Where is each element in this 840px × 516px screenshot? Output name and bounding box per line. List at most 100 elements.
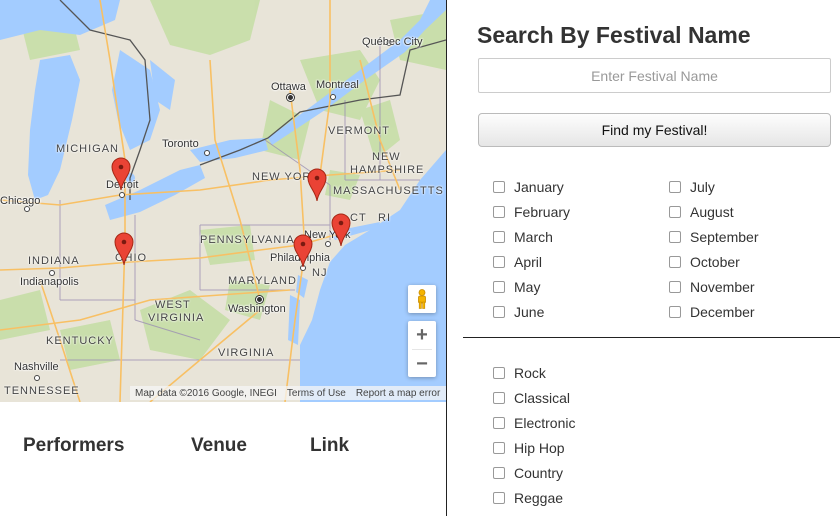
festival-map[interactable]: MICHIGAN VERMONT NEW HAMPSHIRE NEW YORK … — [0, 0, 446, 402]
month-checkbox-august[interactable]: August — [669, 203, 734, 221]
region-west-virginia-2: VIRGINIA — [148, 312, 205, 324]
checkbox-label: January — [514, 179, 564, 195]
month-checkbox-december[interactable]: December — [669, 303, 755, 321]
month-checkbox-may[interactable]: May — [493, 278, 540, 296]
month-checkbox-october[interactable]: October — [669, 253, 740, 271]
genre-checkbox-rock[interactable]: Rock — [493, 364, 546, 382]
checkbox[interactable] — [669, 306, 681, 318]
festival-marker-philadelphia[interactable] — [293, 234, 313, 268]
checkbox-label: April — [514, 254, 543, 270]
checkbox[interactable] — [669, 281, 681, 293]
section-divider — [463, 337, 840, 338]
map-pin-icon — [331, 213, 351, 247]
column-header-venue: Venue — [191, 435, 247, 456]
month-checkbox-november[interactable]: November — [669, 278, 755, 296]
checkbox-label: February — [514, 204, 571, 220]
report-map-error-link[interactable]: Report a map error — [351, 388, 445, 399]
terms-of-use-link[interactable]: Terms of Use — [282, 388, 351, 399]
find-festival-button[interactable]: Find my Festival! — [478, 113, 831, 147]
checkbox-label: May — [514, 279, 541, 295]
city-montreal: Montreal — [316, 79, 359, 91]
checkbox-label: June — [514, 304, 545, 320]
month-checkbox-april[interactable]: April — [493, 253, 542, 271]
results-table-header: Performers Venue Link — [0, 435, 446, 461]
checkbox[interactable] — [493, 467, 505, 479]
city-quebec: Québec City — [362, 36, 423, 48]
region-tennessee: TENNESSEE — [4, 385, 80, 397]
genre-checkbox-classical[interactable]: Classical — [493, 389, 570, 407]
region-michigan: MICHIGAN — [56, 143, 119, 155]
checkbox-label: Country — [514, 465, 564, 481]
checkbox[interactable] — [493, 256, 505, 268]
zoom-out-button[interactable]: − — [408, 350, 436, 378]
checkbox[interactable] — [493, 206, 505, 218]
city-dot-toronto — [204, 150, 210, 156]
genre-checkbox-reggae[interactable]: Reggae — [493, 489, 563, 507]
city-dot-nashville — [34, 375, 40, 381]
city-chicago: Chicago — [0, 195, 41, 207]
checkbox[interactable] — [493, 181, 505, 193]
festival-name-input[interactable] — [478, 58, 831, 93]
region-ri: RI — [378, 212, 391, 224]
festival-marker-new-york[interactable] — [331, 213, 351, 247]
region-west-virginia-1: WEST — [155, 299, 191, 311]
festival-marker-ohio[interactable] — [114, 232, 134, 266]
month-checkbox-january[interactable]: January — [493, 178, 564, 196]
checkbox-label: Reggae — [514, 490, 564, 506]
genre-checkbox-country[interactable]: Country — [493, 464, 563, 482]
checkbox-label: Electronic — [514, 415, 576, 431]
checkbox-label: Hip Hop — [514, 440, 565, 456]
zoom-control: + − — [408, 321, 436, 377]
city-dot-ottawa — [287, 94, 294, 101]
map-data-credit: Map data ©2016 Google, INEGI — [135, 387, 277, 399]
zoom-in-button[interactable]: + — [408, 321, 436, 349]
city-nashville: Nashville — [14, 361, 59, 373]
street-view-pegman-button[interactable] — [408, 285, 436, 313]
checkbox[interactable] — [493, 306, 505, 318]
checkbox[interactable] — [493, 442, 505, 454]
month-checkbox-july[interactable]: July — [669, 178, 715, 196]
festival-marker-detroit[interactable] — [111, 157, 131, 191]
checkbox-label: December — [690, 304, 755, 320]
pegman-icon — [418, 289, 426, 309]
month-checkbox-june[interactable]: June — [493, 303, 544, 321]
checkbox[interactable] — [669, 231, 681, 243]
region-ct: CT — [350, 212, 367, 224]
checkbox-label: March — [514, 229, 553, 245]
checkbox[interactable] — [493, 392, 505, 404]
genre-checkbox-electronic[interactable]: Electronic — [493, 414, 575, 432]
checkbox[interactable] — [493, 492, 505, 504]
checkbox-label: August — [690, 204, 734, 220]
checkbox-label: September — [690, 229, 759, 245]
checkbox[interactable] — [669, 181, 681, 193]
checkbox[interactable] — [493, 231, 505, 243]
region-pennsylvania: PENNSYLVANIA — [200, 234, 295, 246]
city-dot-detroit — [119, 192, 125, 198]
region-massachusetts: MASSACHUSETTS — [333, 185, 444, 197]
genre-checkbox-hip-hop[interactable]: Hip Hop — [493, 439, 565, 457]
region-nj: NJ — [312, 267, 328, 279]
checkbox-label: Classical — [514, 390, 571, 406]
checkbox-label: October — [690, 254, 740, 270]
city-indianapolis: Indianapolis — [20, 276, 79, 288]
month-checkbox-march[interactable]: March — [493, 228, 553, 246]
region-new-hampshire-1: NEW — [372, 151, 401, 163]
checkbox[interactable] — [493, 417, 505, 429]
region-indiana: INDIANA — [28, 255, 80, 267]
map-pin-icon — [293, 234, 313, 268]
checkbox[interactable] — [669, 206, 681, 218]
map-attribution: Map data ©2016 Google, INEGI Terms of Us… — [130, 386, 446, 400]
month-checkbox-february[interactable]: February — [493, 203, 570, 221]
region-vermont: VERMONT — [328, 125, 390, 137]
checkbox[interactable] — [669, 256, 681, 268]
city-ottawa: Ottawa — [271, 81, 306, 93]
festival-marker-ny-state[interactable] — [307, 168, 327, 202]
city-dot-washington — [256, 296, 263, 303]
column-header-link: Link — [310, 435, 350, 456]
month-checkbox-september[interactable]: September — [669, 228, 758, 246]
checkbox[interactable] — [493, 281, 505, 293]
checkbox-label: July — [690, 179, 715, 195]
checkbox[interactable] — [493, 367, 505, 379]
region-new-hampshire-2: HAMPSHIRE — [350, 164, 425, 176]
region-kentucky: KENTUCKY — [46, 335, 114, 347]
